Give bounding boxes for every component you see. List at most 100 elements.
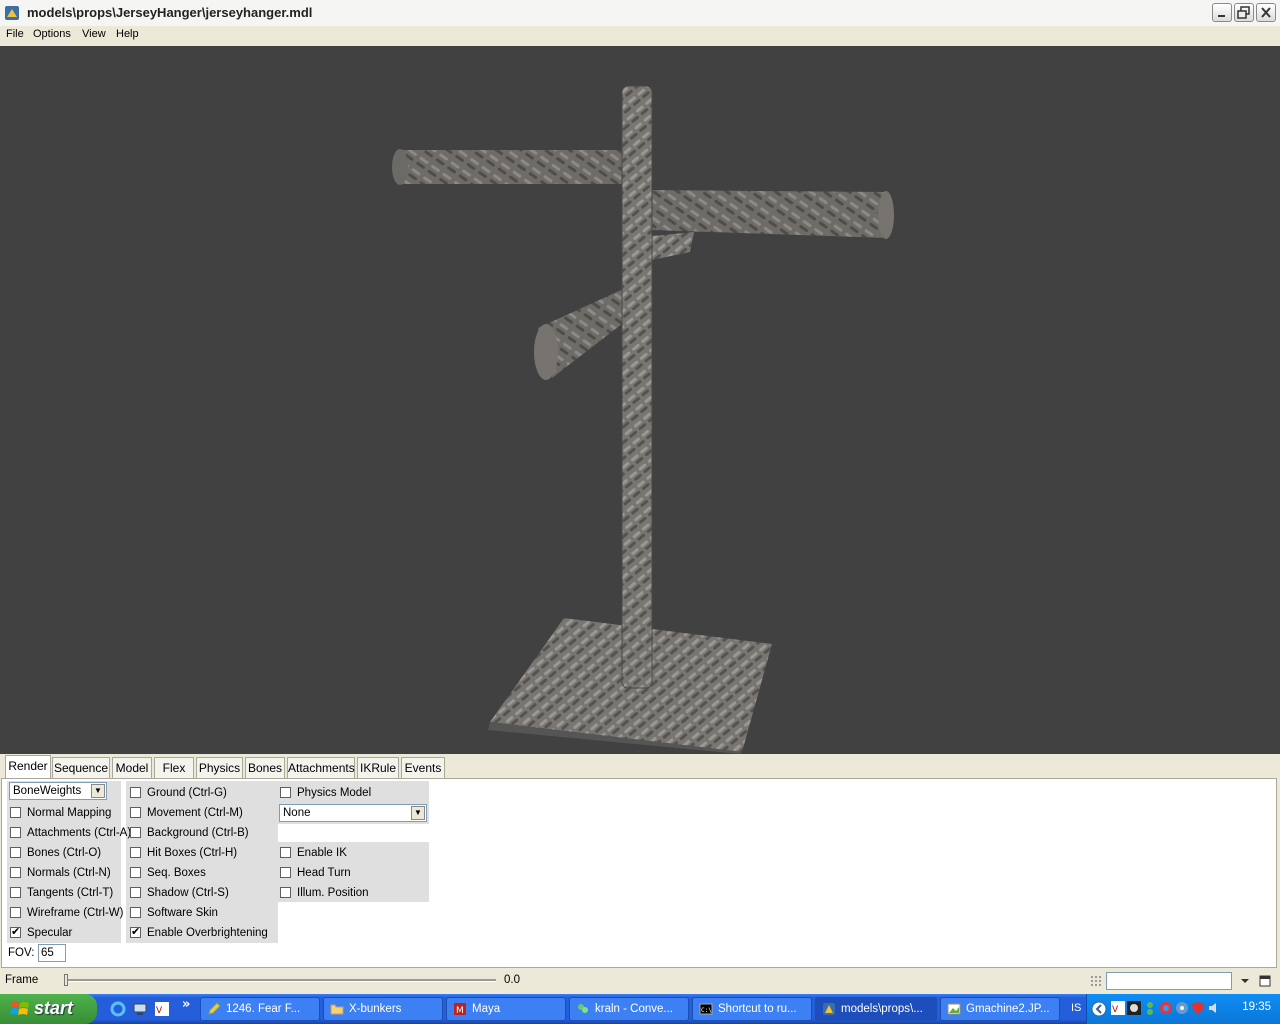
- chevron-down-icon: ▼: [411, 806, 425, 820]
- checkbox-box[interactable]: [280, 847, 291, 858]
- folder-icon: [330, 1004, 344, 1015]
- checkbox-box[interactable]: [130, 907, 141, 918]
- collapse-tray-icon[interactable]: [1091, 1001, 1107, 1017]
- tab-ikrule[interactable]: IKRule: [357, 757, 399, 778]
- physics-model-value: None: [283, 807, 311, 819]
- tab-events[interactable]: Events: [401, 757, 445, 778]
- address-input[interactable]: [1106, 972, 1232, 990]
- checkbox-box[interactable]: [280, 887, 291, 898]
- taskbar: start V » 1246. Fear F... X-bunkers M Ma…: [0, 994, 1280, 1024]
- checkbox-box[interactable]: [130, 827, 141, 838]
- frame-slider-track[interactable]: [66, 979, 496, 982]
- tab-physics[interactable]: Physics: [196, 757, 243, 778]
- start-button[interactable]: start: [0, 994, 97, 1024]
- model-viewport[interactable]: [0, 46, 1280, 754]
- checkbox-box[interactable]: [280, 787, 291, 798]
- svg-text:C:\: C:\: [701, 1007, 712, 1014]
- tab-model[interactable]: Model: [112, 757, 152, 778]
- hlmv-icon: [823, 1003, 835, 1015]
- checkbox-box[interactable]: [130, 847, 141, 858]
- menu-help[interactable]: Help: [116, 28, 139, 40]
- system-tray: IS V 19:35: [1071, 994, 1280, 1024]
- checkbox-box[interactable]: [10, 867, 21, 878]
- windows-logo-icon: [10, 1002, 29, 1015]
- volume-icon[interactable]: [1207, 1001, 1221, 1015]
- app-icon: [5, 6, 19, 20]
- task-gmachine-image[interactable]: Gmachine2.JP...: [940, 997, 1060, 1021]
- checkbox-box[interactable]: [130, 787, 141, 798]
- render-mode-value: BoneWeights: [13, 785, 82, 797]
- tab-render[interactable]: Render: [5, 755, 51, 779]
- minimize-button[interactable]: [1212, 3, 1232, 22]
- arm-mid-stub: [652, 232, 694, 260]
- menu-bar: File Options View Help: [0, 26, 1280, 45]
- close-icon: [1261, 7, 1271, 18]
- address-toolbar: [1086, 970, 1280, 992]
- valve-tray-icon[interactable]: V: [1111, 1001, 1125, 1015]
- tab-flex[interactable]: Flex: [154, 757, 194, 778]
- task-fear-forum[interactable]: 1246. Fear F...: [200, 997, 320, 1021]
- grip-icon: [1091, 976, 1101, 986]
- frame-slider-thumb[interactable]: [64, 974, 68, 986]
- task-maya[interactable]: M Maya: [446, 997, 566, 1021]
- menu-options[interactable]: Options: [33, 28, 71, 40]
- language-indicator[interactable]: IS: [1071, 1002, 1081, 1014]
- checkbox-box[interactable]: [10, 827, 21, 838]
- checkbox-box[interactable]: [10, 847, 21, 858]
- frame-value: 0.0: [504, 974, 520, 986]
- image-icon: [947, 1003, 961, 1015]
- checkbox-box-checked[interactable]: ✔: [10, 927, 21, 938]
- title-bar[interactable]: models\props\JerseyHanger\jerseyhanger.m…: [0, 0, 1280, 27]
- tab-bones[interactable]: Bones: [245, 757, 285, 778]
- chrome-icon[interactable]: [1159, 1001, 1173, 1015]
- maya-icon: M: [454, 1003, 466, 1016]
- tab-sequence[interactable]: Sequence: [52, 757, 110, 778]
- steam-icon[interactable]: [1127, 1001, 1141, 1015]
- physics-model-select[interactable]: None ▼: [279, 804, 427, 822]
- svg-text:V: V: [156, 1006, 163, 1016]
- chat-icon: [578, 1004, 588, 1013]
- chevron-down-icon[interactable]: [1238, 974, 1252, 988]
- checkbox-box[interactable]: [10, 907, 21, 918]
- ie-icon[interactable]: [110, 1001, 126, 1017]
- task-model-viewer[interactable]: models\props\...: [815, 997, 937, 1021]
- checkbox-box[interactable]: [10, 807, 21, 818]
- valve-icon[interactable]: V: [154, 1001, 170, 1017]
- checkbox-box[interactable]: [10, 887, 21, 898]
- more-chevron-icon[interactable]: »: [182, 997, 190, 1012]
- messenger-icon[interactable]: [1143, 1001, 1157, 1015]
- task-kraln-conversation[interactable]: kraln - Conve...: [569, 997, 689, 1021]
- center-pole: [622, 86, 652, 688]
- console-icon: C:\: [699, 1003, 713, 1015]
- shield-icon[interactable]: [1191, 1001, 1205, 1015]
- minimize-icon: [1218, 15, 1225, 17]
- jersey-hanger-model: [392, 85, 894, 754]
- menu-view[interactable]: View: [82, 28, 106, 40]
- checkbox-box[interactable]: [130, 807, 141, 818]
- svg-text:V: V: [1112, 1005, 1119, 1015]
- network-icon[interactable]: [132, 1001, 148, 1017]
- fov-label: FOV:: [8, 947, 35, 959]
- restore-button[interactable]: [1234, 3, 1254, 22]
- close-button[interactable]: [1256, 3, 1276, 22]
- checkbox-box[interactable]: [280, 867, 291, 878]
- svg-text:M: M: [456, 1006, 464, 1016]
- arm-right: [650, 190, 888, 238]
- chevron-down-icon: ▼: [91, 784, 105, 798]
- render-mode-select[interactable]: BoneWeights ▼: [9, 782, 107, 800]
- arm-upper-left: [398, 150, 626, 184]
- window-title: models\props\JerseyHanger\jerseyhanger.m…: [27, 5, 313, 20]
- start-label: start: [34, 998, 74, 1018]
- task-x-bunkers[interactable]: X-bunkers: [323, 997, 443, 1021]
- gear-icon[interactable]: [1175, 1001, 1189, 1015]
- pencil-icon: [208, 1002, 221, 1015]
- checkbox-box[interactable]: [130, 867, 141, 878]
- fov-input[interactable]: 65: [38, 944, 66, 962]
- window-icon[interactable]: [1258, 974, 1272, 988]
- clock: 19:35: [1242, 1001, 1271, 1013]
- checkbox-box[interactable]: [130, 887, 141, 898]
- tab-attachments[interactable]: Attachments: [287, 757, 355, 778]
- task-shortcut[interactable]: C:\ Shortcut to ru...: [692, 997, 812, 1021]
- checkbox-box-checked[interactable]: ✔: [130, 927, 141, 938]
- menu-file[interactable]: File: [6, 28, 24, 40]
